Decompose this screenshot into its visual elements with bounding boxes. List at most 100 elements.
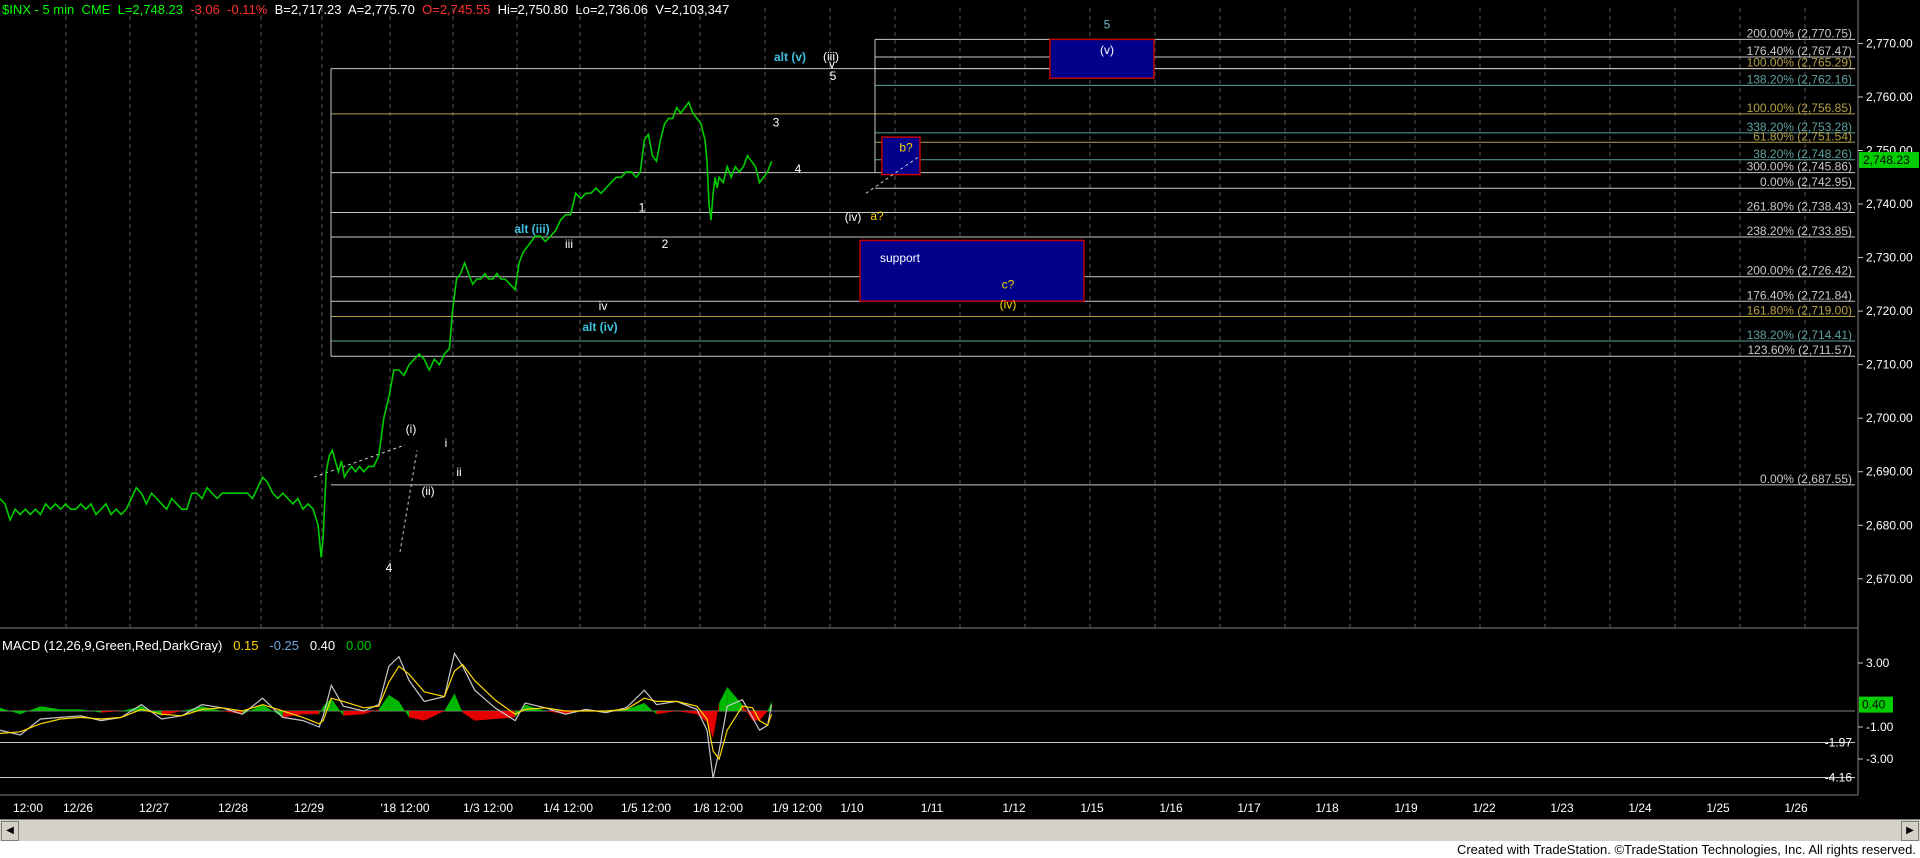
y-tick-label: 2,770.00 bbox=[1866, 36, 1913, 50]
y-tick-label: 2,730.00 bbox=[1866, 251, 1913, 265]
x-tick-label: 1/8 12:00 bbox=[693, 801, 743, 815]
wave-label: b? bbox=[899, 141, 913, 155]
high-value: Hi=2,750.80 bbox=[497, 2, 569, 17]
y-tick-label: 2,700.00 bbox=[1866, 411, 1913, 425]
macd-y-label: 3.00 bbox=[1866, 656, 1890, 670]
x-tick-label: 12/28 bbox=[218, 801, 248, 815]
macd-histogram-bar bbox=[424, 711, 445, 721]
footer: Created with TradeStation. ©TradeStation… bbox=[0, 841, 1920, 858]
macd-ref-label: -4.16 bbox=[1825, 771, 1853, 785]
x-tick-label: 1/12 bbox=[1002, 801, 1026, 815]
macd-histogram-bar bbox=[60, 709, 81, 711]
price-series bbox=[0, 100, 773, 558]
last-price-label: 2,748.23 bbox=[1863, 153, 1910, 167]
fib-label: 0.00% (2,742.95) bbox=[1760, 175, 1852, 189]
wave-label: (v) bbox=[1100, 43, 1114, 57]
x-tick-label: 1/16 bbox=[1159, 801, 1183, 815]
macd-histogram-bar bbox=[101, 711, 122, 713]
macd-histogram-bar bbox=[719, 687, 728, 711]
fib-label: 300.00% (2,745.86) bbox=[1747, 160, 1852, 174]
wave-label: (i) bbox=[406, 422, 417, 436]
wave-label: 4 bbox=[386, 561, 393, 575]
symbol-header: $INX - 5 min CME L=2,748.23 -3.06 -0.11%… bbox=[2, 2, 729, 17]
macd-histogram-bar bbox=[40, 706, 61, 711]
x-tick-label: 12:00 bbox=[13, 801, 43, 815]
fib-label: 100.00% (2,756.85) bbox=[1747, 101, 1852, 115]
wave-label: 1 bbox=[639, 201, 646, 215]
macd-histogram-bar bbox=[141, 706, 162, 716]
fib-lines: 200.00% (2,770.75)176.40% (2,767.47)100.… bbox=[330, 26, 1855, 486]
x-tick-label: 1/9 12:00 bbox=[772, 801, 822, 815]
macd-panel: 3.00 -1.00 -3.00 -1.97 -4.16 0.40 bbox=[0, 651, 1894, 785]
wave-label: c? bbox=[1002, 278, 1015, 292]
y-tick-label: 2,710.00 bbox=[1866, 358, 1913, 372]
scroll-left-icon[interactable]: ◀ bbox=[1, 821, 19, 841]
ask-value: A=2,775.70 bbox=[348, 2, 415, 17]
x-tick-label: 1/5 12:00 bbox=[621, 801, 671, 815]
wave-label: alt (iii) bbox=[514, 222, 549, 236]
wave-label: ii bbox=[456, 465, 461, 479]
wave-label: i bbox=[445, 436, 448, 450]
macd-histogram-bar bbox=[727, 687, 743, 711]
y-tick-label: 2,680.00 bbox=[1866, 518, 1913, 532]
macd-histogram-bar bbox=[462, 711, 475, 721]
scroll-right-icon[interactable]: ▶ bbox=[1901, 821, 1919, 841]
macd-histogram-bar bbox=[303, 711, 320, 715]
x-tick-label: 1/22 bbox=[1472, 801, 1496, 815]
macd-histogram-bar bbox=[398, 701, 410, 718]
wave-label: (iv) bbox=[1000, 297, 1017, 311]
macd-histogram-bar bbox=[343, 711, 364, 716]
macd-value-1: 0.15 bbox=[233, 638, 259, 653]
y-tick-label: 2,740.00 bbox=[1866, 197, 1913, 211]
price-line bbox=[0, 100, 773, 558]
wave-connector bbox=[399, 450, 418, 553]
wave-label: (iv) bbox=[845, 210, 862, 224]
x-tick-label: 1/3 12:00 bbox=[463, 801, 513, 815]
support-box bbox=[859, 239, 1085, 303]
x-tick-label: 1/17 bbox=[1237, 801, 1261, 815]
wave-label: alt (iv) bbox=[582, 320, 617, 334]
fib-label: 61.80% (2,751.54) bbox=[1753, 129, 1852, 143]
target-boxes bbox=[313, 38, 1155, 553]
fib-label: 161.80% (2,719.00) bbox=[1747, 303, 1852, 317]
macd-histogram-bar bbox=[262, 704, 283, 718]
macd-title: MACD (12,26,9,Green,Red,DarkGray) bbox=[2, 638, 223, 653]
macd-histogram-bar bbox=[656, 711, 677, 715]
x-tick-label: 1/24 bbox=[1628, 801, 1652, 815]
macd-y-label: -3.00 bbox=[1866, 752, 1894, 766]
macd-value-label: 0.40 bbox=[1862, 698, 1886, 712]
horizontal-scrollbar[interactable]: ◀ ▶ bbox=[0, 819, 1920, 842]
macd-histogram-bar bbox=[319, 706, 324, 715]
bid-value: B=2,717.23 bbox=[274, 2, 342, 17]
x-tick-label: '18 12:00 bbox=[380, 801, 429, 815]
x-tick-label: 12/26 bbox=[63, 801, 93, 815]
macd-histogram-bar bbox=[409, 711, 425, 721]
macd-histogram-bar bbox=[474, 711, 495, 721]
macd-histogram-bar bbox=[676, 711, 697, 715]
macd-value-2: -0.25 bbox=[269, 638, 299, 653]
fib-label: 123.60% (2,711.57) bbox=[1747, 343, 1852, 357]
macd-histogram-bar bbox=[713, 703, 720, 739]
change-value: -3.06 bbox=[190, 2, 220, 17]
fib-label: 200.00% (2,726.42) bbox=[1747, 264, 1852, 278]
macd-histogram-bar bbox=[444, 693, 455, 711]
fib-label: 138.20% (2,762.16) bbox=[1747, 72, 1852, 86]
volume-value: V=2,103,347 bbox=[655, 2, 730, 17]
x-tick-label: 1/23 bbox=[1550, 801, 1574, 815]
x-tick-label: 12/27 bbox=[139, 801, 169, 815]
macd-histogram-bar bbox=[388, 695, 399, 711]
fib-label: 0.00% (2,687.55) bbox=[1760, 472, 1852, 486]
macd-macd-line bbox=[0, 651, 773, 779]
y-tick-label: 2,760.00 bbox=[1866, 90, 1913, 104]
wave-label: 5 bbox=[1104, 17, 1111, 31]
change-pct: -0.11% bbox=[227, 2, 268, 17]
x-tick-label: 1/26 bbox=[1784, 801, 1808, 815]
macd-value-3: 0.40 bbox=[309, 638, 336, 653]
macd-header: MACD (12,26,9,Green,Red,DarkGray) 0.15 -… bbox=[2, 638, 371, 653]
time-axis: 12:00 12/26 12/27 12/28 12/29 '18 12:00 1/3 12… bbox=[13, 801, 1808, 815]
wave-label: iv bbox=[599, 299, 608, 313]
y-tick-label: 2,720.00 bbox=[1866, 304, 1913, 318]
fib-label: 238.20% (2,733.85) bbox=[1747, 224, 1852, 238]
fib-label: 200.00% (2,770.75) bbox=[1747, 26, 1852, 40]
wave-label: 4 bbox=[795, 162, 802, 176]
